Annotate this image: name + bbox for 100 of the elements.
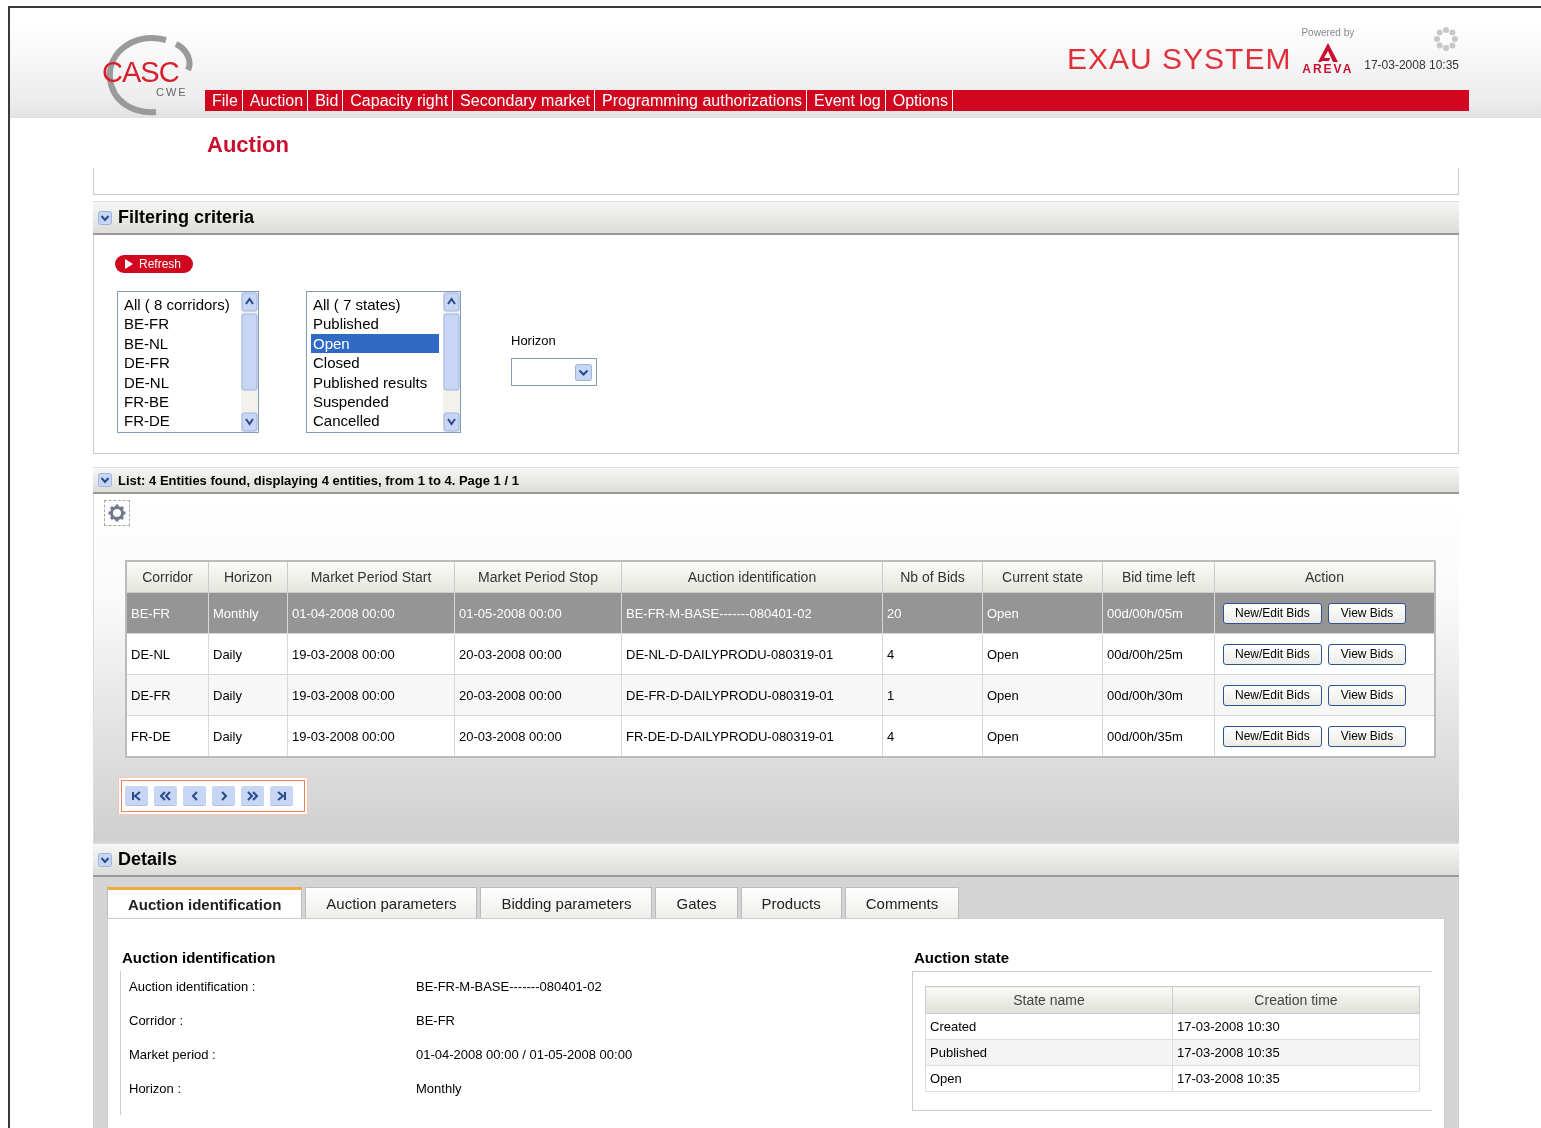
column-header[interactable]: Horizon: [208, 561, 288, 593]
field-label: Horizon: [511, 333, 557, 348]
list-option[interactable]: Suspended: [311, 392, 439, 412]
refresh-button[interactable]: Refresh: [115, 255, 194, 273]
action-button[interactable]: View Bids: [1327, 643, 1407, 665]
field-value: BE-FR-M-BASE-------080401-02: [416, 979, 602, 996]
date-time: 17-03-2008 10:35: [1364, 58, 1459, 72]
table-cell: 17-03-2008 10:30: [1172, 1013, 1420, 1040]
list-option[interactable]: Open: [311, 333, 439, 354]
collapse-icon: [98, 473, 112, 487]
field-label: Horizon :: [129, 1081, 183, 1098]
table-cell: Published: [925, 1039, 1173, 1066]
menu-item[interactable]: Options: [885, 90, 953, 111]
action-button[interactable]: New/Edit Bids: [1223, 684, 1322, 706]
vendor-name: AREVA: [1302, 62, 1354, 76]
column-header[interactable]: Action: [1214, 561, 1435, 593]
list-option[interactable]: All ( 7 states): [311, 295, 439, 315]
horizon-dropdown[interactable]: [511, 358, 597, 386]
column-header[interactable]: Market Period Start: [287, 561, 455, 593]
action-button[interactable]: New/Edit Bids: [1223, 643, 1322, 665]
list-option[interactable]: FR-DE: [122, 411, 241, 431]
fast-back-button[interactable]: [154, 786, 177, 806]
menu-item[interactable]: File: [205, 90, 243, 111]
tab[interactable]: Comments: [844, 887, 960, 918]
arrow-icon: [277, 790, 286, 801]
settings-button[interactable]: [104, 500, 130, 526]
menu-item[interactable]: Event log: [807, 90, 886, 111]
action-button[interactable]: View Bids: [1327, 725, 1407, 747]
menu-item[interactable]: Secondary market: [453, 90, 595, 111]
column-header[interactable]: Bid time left: [1102, 561, 1215, 593]
table-cell: Open: [982, 674, 1103, 716]
table-cell: Daily: [208, 715, 288, 757]
section-header[interactable]: Filtering criteria: [93, 201, 1459, 235]
table-cell: 20: [882, 592, 983, 634]
arrow-icon: [132, 790, 141, 801]
list-option[interactable]: Cancelled: [311, 411, 439, 431]
table-cell: Monthly: [208, 592, 288, 634]
tab[interactable]: Gates: [655, 887, 738, 918]
arrow-icon: [160, 790, 171, 801]
column-header: Creation time: [1172, 986, 1420, 1014]
table-cell: BE-FR-M-BASE-------080401-02: [621, 592, 883, 634]
next-page-button[interactable]: [212, 786, 235, 806]
tab[interactable]: Bidding parameters: [480, 887, 653, 918]
menu-item[interactable]: Capacity right: [343, 90, 454, 111]
list-box[interactable]: All ( 7 states) Published Open Closed Published results Suspended Cancelled: [306, 291, 461, 433]
table-cell: Open: [982, 715, 1103, 757]
last-page-button[interactable]: [270, 786, 293, 806]
list-option[interactable]: Published: [311, 314, 439, 334]
list-option[interactable]: Closed: [311, 353, 439, 373]
column-header[interactable]: Corridor: [126, 561, 209, 593]
areva-mark-icon: [1315, 42, 1340, 62]
menu-item[interactable]: Programming authorizations: [594, 90, 808, 111]
list-option[interactable]: DE-FR: [122, 353, 241, 373]
table-cell: 20-03-2008 00:00: [454, 633, 622, 675]
column-header[interactable]: Current state: [982, 561, 1103, 593]
table-cell: 17-03-2008 10:35: [1172, 1039, 1420, 1066]
list-option[interactable]: All ( 8 corridors): [122, 295, 241, 315]
table-cell: DE-FR-D-DAILYPRODU-080319-01: [621, 674, 883, 716]
powered-by-text: Powered by: [1301, 27, 1355, 38]
section-title: Details: [118, 849, 178, 870]
list-option[interactable]: DE-NL: [122, 372, 241, 393]
table-cell: DE-NL: [126, 633, 209, 675]
tab[interactable]: Auction parameters: [305, 887, 478, 918]
column-header[interactable]: Market Period Stop: [454, 561, 622, 593]
previous-page-button[interactable]: [183, 786, 206, 806]
section-header[interactable]: List: 4 Entities found, displaying 4 entities, from 1 to 4. Page 1 / 1: [93, 467, 1459, 494]
list-option[interactable]: FR-BE: [122, 392, 241, 412]
list-option[interactable]: BE-NL: [122, 333, 241, 354]
tab[interactable]: Auction identification: [107, 887, 303, 918]
column-header[interactable]: Auction identification: [621, 561, 883, 593]
field-label: Auction identification :: [129, 979, 257, 996]
logo-text: CASC: [102, 56, 179, 88]
field-label: Corridor :: [129, 1013, 185, 1030]
action-button[interactable]: New/Edit Bids: [1223, 602, 1322, 624]
action-button[interactable]: New/Edit Bids: [1223, 725, 1322, 747]
table-cell: 4: [882, 633, 983, 675]
field-value: Monthly: [416, 1081, 462, 1098]
menu-item[interactable]: Auction: [242, 90, 309, 111]
fast-forward-button[interactable]: [241, 786, 264, 806]
action-button[interactable]: View Bids: [1327, 602, 1407, 624]
table-cell: Created: [925, 1013, 1173, 1040]
list-option[interactable]: BE-FR: [122, 314, 241, 334]
table-cell: 19-03-2008 00:00: [287, 633, 455, 675]
page-title: Auction: [207, 132, 290, 159]
list-box[interactable]: All ( 8 corridors) BE-FR BE-NL DE-FR DE-NL FR-BE FR-DE: [117, 291, 259, 433]
table-cell: 4: [882, 715, 983, 757]
tab[interactable]: Products: [740, 887, 842, 918]
column-header[interactable]: Nb of Bids: [882, 561, 983, 593]
menu-item[interactable]: Bid: [308, 90, 344, 111]
table-cell: 00d/00h/30m: [1102, 674, 1215, 716]
section-header[interactable]: Details: [93, 843, 1459, 877]
collapse-icon: [98, 852, 112, 867]
table-cell: Open: [982, 633, 1103, 675]
first-page-button[interactable]: [125, 786, 148, 806]
field-value: 01-04-2008 00:00 / 01-05-2008 00:00: [416, 1047, 633, 1064]
list-option[interactable]: Published results: [311, 372, 439, 393]
table-cell: FR-DE-D-DAILYPRODU-080319-01: [621, 715, 883, 757]
table-cell: 01-04-2008 00:00: [287, 592, 455, 634]
action-button[interactable]: View Bids: [1327, 684, 1407, 706]
play-icon: [125, 259, 133, 269]
